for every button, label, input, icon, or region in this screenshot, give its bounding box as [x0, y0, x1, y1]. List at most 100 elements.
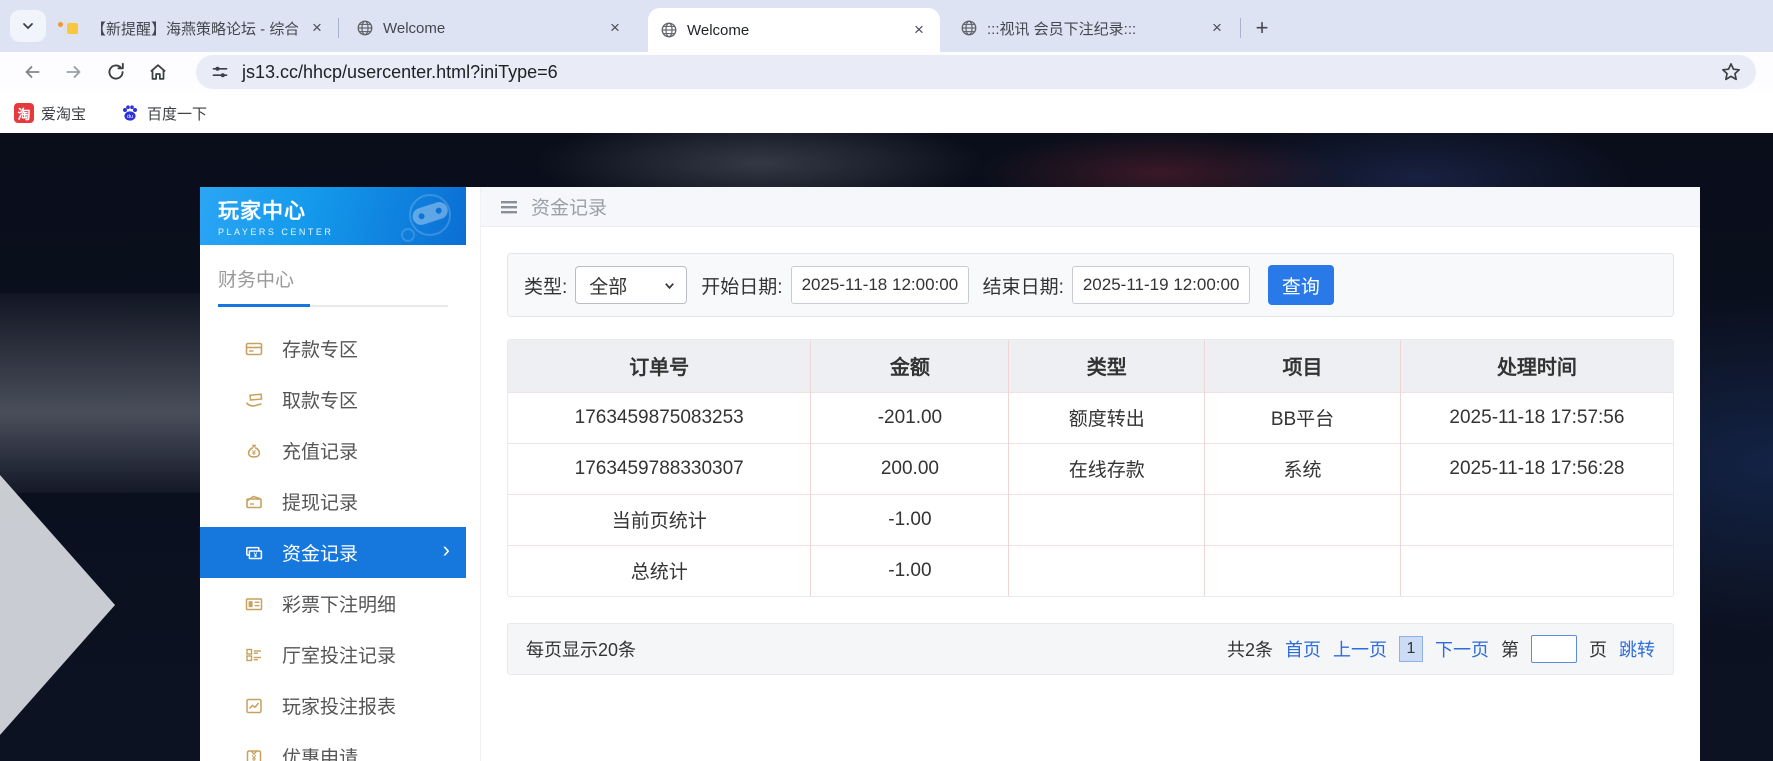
withdraw-hand-icon — [246, 392, 263, 407]
cell-project: 系统 — [1204, 443, 1401, 494]
chevron-right-icon: › — [442, 537, 450, 562]
close-icon[interactable]: × — [604, 17, 626, 39]
baidu-icon: du — [123, 105, 137, 121]
close-icon[interactable]: × — [908, 19, 930, 41]
pagination-controls: 共2条 首页 上一页 1 下一页 第 页 跳转 — [1227, 635, 1655, 663]
per-page-text: 每页显示20条 — [526, 640, 637, 660]
sidebar-item-withdraw-zone[interactable]: 取款专区 — [200, 374, 466, 425]
total-count-text: 共2条 — [1226, 640, 1273, 660]
page-background: 玩家中心 PLAYERS CENTER 财务中心 存款专区 取款专区 ¥ 充值记… — [0, 133, 1773, 761]
close-icon[interactable]: × — [1206, 17, 1228, 39]
tab-welcome-active[interactable]: Welcome × — [648, 8, 940, 52]
sidebar-item-recharge-records[interactable]: ¥ 充值记录 — [200, 425, 466, 476]
type-select[interactable]: 全部 — [575, 266, 688, 304]
back-button[interactable] — [16, 56, 48, 88]
sidebar-item-fund-records[interactable]: ¥ 资金记录 › — [200, 527, 466, 578]
bookmark-label: 百度一下 — [147, 105, 208, 123]
hamburger-menu-icon[interactable] — [499, 197, 519, 217]
close-icon[interactable]: × — [306, 17, 328, 39]
bookmark-baidu[interactable]: du 百度一下 — [120, 100, 207, 126]
tab-search-chevron-button[interactable] — [10, 10, 46, 42]
background-glow — [0, 293, 200, 493]
new-tab-button[interactable]: + — [1248, 14, 1276, 42]
sidebar-item-player-bet-report[interactable]: 玩家投注报表 — [200, 680, 466, 731]
cash-notes-icon: ¥ — [246, 546, 263, 559]
table-row: 1763459875083253 -201.00 额度转出 BB平台 2025-… — [508, 392, 1673, 443]
home-button[interactable] — [142, 56, 174, 88]
jump-page-input[interactable] — [1531, 635, 1577, 663]
type-select-value: 全部 — [589, 276, 628, 298]
prev-page-link[interactable]: 上一页 — [1333, 636, 1387, 662]
col-order-no: 订单号 — [508, 340, 811, 392]
promo-coupon-icon: ¥ — [246, 749, 262, 761]
sidebar-item-deposit-zone[interactable]: 存款专区 — [200, 323, 466, 374]
sidebar-section: 财务中心 — [200, 245, 466, 307]
col-project: 项目 — [1204, 340, 1401, 392]
cell-amount: 200.00 — [810, 443, 1009, 494]
type-label: 类型: — [524, 276, 568, 298]
cell-empty — [1008, 494, 1205, 545]
jump-link[interactable]: 跳转 — [1619, 636, 1655, 662]
next-page-link[interactable]: 下一页 — [1435, 636, 1489, 662]
chevron-down-icon — [665, 282, 675, 289]
forward-arrow-icon — [66, 66, 81, 78]
sidebar-item-label: 取款专区 — [282, 391, 359, 412]
bookmark-label: 爱淘宝 — [41, 105, 87, 123]
current-page-badge[interactable]: 1 — [1399, 636, 1423, 662]
cell-order-no: 1763459875083253 — [574, 406, 744, 428]
report-chart-icon — [246, 698, 262, 713]
cell-empty — [1204, 494, 1401, 545]
reload-icon — [108, 62, 124, 80]
page-word-after: 页 — [1589, 640, 1607, 660]
tab-forum[interactable]: 【新提醒】海燕策略论坛 - 综合 × — [52, 8, 338, 48]
forward-button[interactable] — [58, 56, 90, 88]
tab-title: 【新提醒】海燕策略论坛 - 综合 — [91, 20, 298, 38]
sidebar-item-hall-bet-records[interactable]: 厅室投注记录 — [200, 629, 466, 680]
sidebar-item-withdraw-records[interactable]: 提现记录 — [200, 476, 466, 527]
tab-divider — [338, 18, 339, 38]
table-row-grand-total: 总统计 -1.00 — [508, 545, 1673, 596]
address-bar[interactable]: js13.cc/hhcp/usercenter.html?iniType=6 — [196, 55, 1756, 89]
pagination-bar: 每页显示20条 共2条 首页 上一页 1 下一页 第 页 跳转 — [507, 623, 1674, 675]
sidebar-item-promo-apply[interactable]: ¥ 优惠申请 — [200, 731, 466, 761]
cell-order-no: 1763459788330307 — [574, 457, 744, 479]
browser-toolbar: js13.cc/hhcp/usercenter.html?iniType=6 — [0, 52, 1773, 92]
cell-time: 2025-11-18 17:56:28 — [1399, 443, 1673, 494]
main-content: 资金记录 类型: 全部 开始日期: 结束日期: 查询 — [480, 187, 1700, 761]
svg-text:¥: ¥ — [252, 754, 257, 761]
page-word-before: 第 — [1501, 640, 1519, 660]
sidebar-menu: 存款专区 取款专区 ¥ 充值记录 提现记录 ¥ 资金记录 › 彩票下注明细 厅室… — [200, 323, 466, 761]
tab-title: :::视讯 会员下注纪录::: — [987, 20, 1137, 38]
browser-tabstrip: 【新提醒】海燕策略论坛 - 综合 × Welcome × Welcome × :… — [0, 0, 1773, 52]
url-text[interactable]: js13.cc/hhcp/usercenter.html?iniType=6 — [242, 62, 1720, 83]
bookmark-taobao[interactable]: 淘 爱淘宝 — [14, 100, 86, 126]
first-page-link[interactable]: 首页 — [1285, 636, 1321, 662]
end-date-input[interactable] — [1071, 266, 1250, 304]
end-date-label: 结束日期: — [982, 276, 1064, 298]
sidebar-item-lottery-bet-details[interactable]: 彩票下注明细 — [200, 578, 466, 629]
svg-text:¥: ¥ — [254, 551, 258, 558]
filter-bar: 类型: 全部 开始日期: 结束日期: 查询 — [507, 253, 1674, 317]
cell-amount: -201.00 — [810, 392, 1009, 443]
cell-amount: -1.00 — [810, 545, 1009, 596]
sidebar-item-label: 资金记录 — [282, 544, 359, 565]
deposit-card-icon — [245, 342, 263, 355]
cell-type: 额度转出 — [1008, 392, 1205, 443]
finance-center-label: 财务中心 — [218, 270, 295, 291]
money-bag-icon: ¥ — [247, 444, 261, 458]
tab-divider — [1240, 18, 1241, 38]
start-date-input[interactable] — [790, 266, 969, 304]
tab-welcome-1[interactable]: Welcome × — [344, 8, 636, 48]
query-button[interactable]: 查询 — [1267, 265, 1334, 305]
globe-icon — [356, 19, 374, 37]
reload-button[interactable] — [100, 56, 132, 88]
col-amount: 金额 — [810, 340, 1009, 392]
chevron-down-icon — [23, 23, 33, 30]
sidebar: 玩家中心 PLAYERS CENTER 财务中心 存款专区 取款专区 ¥ 充值记… — [200, 187, 466, 761]
tab-video-records[interactable]: :::视讯 会员下注纪录::: × — [948, 8, 1238, 48]
cell-empty — [1399, 494, 1673, 545]
bookmark-star-icon[interactable] — [1720, 61, 1742, 83]
section-underline — [218, 304, 448, 307]
table-row: 1763459788330307 200.00 在线存款 系统 2025-11-… — [508, 443, 1673, 494]
forum-image-icon — [58, 18, 82, 37]
